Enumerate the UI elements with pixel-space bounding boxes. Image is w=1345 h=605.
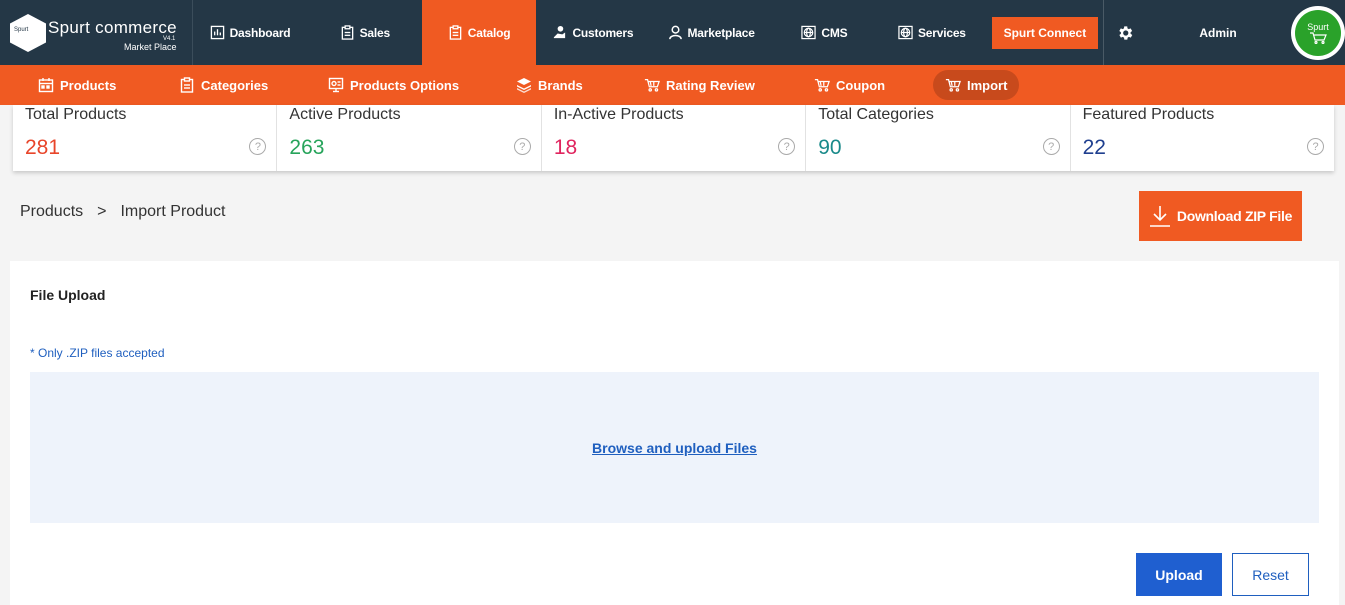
globe-icon (801, 25, 817, 40)
brand-name: Spurt commerce (48, 18, 177, 37)
download-zip-label: Download ZIP File (1176, 208, 1293, 224)
stat-card: Featured Products 22 ? (1071, 105, 1334, 171)
logo-badge-icon: Spurt (10, 14, 46, 52)
cart-icon (644, 79, 660, 92)
accepted-files-note: * Only .ZIP files accepted (30, 346, 165, 360)
subnav-rating-review[interactable]: Rating Review (644, 70, 755, 100)
subnav-coupon[interactable]: Coupon (814, 70, 885, 100)
stats-panel: Total Products 281 ? Active Products 263… (13, 105, 1334, 171)
avatar[interactable]: Spurt (1291, 5, 1345, 60)
stat-value: 263 (289, 136, 325, 159)
help-icon[interactable]: ? (778, 138, 796, 155)
nav-catalog[interactable]: Catalog (422, 0, 536, 65)
stat-label: In-Active Products (553, 106, 684, 123)
stat-value: 90 (818, 136, 842, 159)
user-icon (668, 25, 682, 40)
download-icon (1149, 206, 1170, 227)
connect-wrap: Spurt Connect (987, 0, 1099, 65)
stat-card: Active Products 263 ? (277, 105, 542, 171)
gear-icon (1118, 25, 1132, 40)
breadcrumb: Products > Import Product (20, 203, 225, 221)
subnav-import[interactable]: Import (933, 70, 1020, 100)
subnav-products[interactable]: Products (38, 70, 116, 100)
stat-value: 281 (25, 136, 61, 159)
help-icon[interactable]: ? (1307, 138, 1325, 155)
nav-cms[interactable]: CMS (772, 0, 876, 65)
stat-card: Total Products 281 ? (13, 105, 278, 171)
file-upload-card: File Upload * Only .ZIP files accepted B… (10, 261, 1339, 605)
avatar-image: Spurt (1295, 9, 1341, 56)
admin-menu[interactable]: Admin (1145, 0, 1291, 65)
spurt-connect-button[interactable]: Spurt Connect (991, 16, 1099, 49)
stat-card: In-Active Products 18 ? (542, 105, 807, 171)
customers-icon (554, 25, 566, 39)
help-icon[interactable]: ? (1042, 138, 1060, 155)
upload-button[interactable]: Upload (1136, 553, 1222, 596)
brand-logo[interactable]: Spurt Spurt commerce V4.1 Market Place (0, 0, 193, 65)
help-icon[interactable]: ? (249, 138, 267, 155)
globe-icon (898, 25, 913, 40)
cart-icon (945, 79, 961, 92)
clipboard-icon (449, 25, 462, 40)
brand-subtitle: Market Place (124, 42, 177, 52)
layers-icon (517, 78, 531, 93)
stat-label: Total Products (25, 106, 127, 123)
breadcrumb-products-link[interactable]: Products (20, 203, 83, 221)
stat-value: 22 (1082, 136, 1106, 159)
clipboard-icon (341, 25, 353, 40)
nav-services[interactable]: Services (876, 0, 987, 65)
stat-label: Total Categories (818, 106, 934, 123)
settings-button[interactable] (1103, 0, 1145, 65)
catalog-subnav: Products Categories Products Options Bra… (0, 65, 1345, 105)
breadcrumb-current: Import Product (120, 203, 226, 220)
stat-value: 18 (553, 136, 578, 159)
cart-icon (1310, 31, 1327, 44)
cart-icon (814, 79, 830, 92)
download-zip-button[interactable]: Download ZIP File (1139, 191, 1302, 241)
card-title: File Upload (30, 287, 106, 303)
breadcrumb-separator: > (97, 203, 107, 220)
subnav-categories[interactable]: Categories (179, 70, 268, 100)
reset-button[interactable]: Reset (1232, 553, 1309, 596)
stat-label: Featured Products (1082, 106, 1215, 123)
help-icon[interactable]: ? (513, 138, 531, 155)
options-icon (328, 77, 344, 93)
clipboard-icon (180, 77, 194, 93)
nav-dashboard[interactable]: Dashboard (193, 0, 308, 65)
browse-upload-link[interactable]: Browse and upload Files (592, 440, 757, 456)
top-navbar: Spurt Spurt commerce V4.1 Market Place D… (0, 0, 1345, 65)
nav-marketplace[interactable]: Marketplace (650, 0, 773, 65)
subnav-brands[interactable]: Brands (516, 70, 583, 100)
calendar-icon (38, 78, 54, 93)
stat-label: Active Products (289, 106, 401, 123)
avatar-wrap: Spurt (1291, 0, 1345, 65)
file-dropzone[interactable]: Browse and upload Files (30, 372, 1319, 523)
nav-sales[interactable]: Sales (307, 0, 422, 65)
dashboard-icon (210, 25, 224, 40)
stat-card: Total Categories 90 ? (806, 105, 1071, 171)
nav-customers[interactable]: Customers (536, 0, 650, 65)
subnav-products-options[interactable]: Products Options (328, 70, 459, 100)
